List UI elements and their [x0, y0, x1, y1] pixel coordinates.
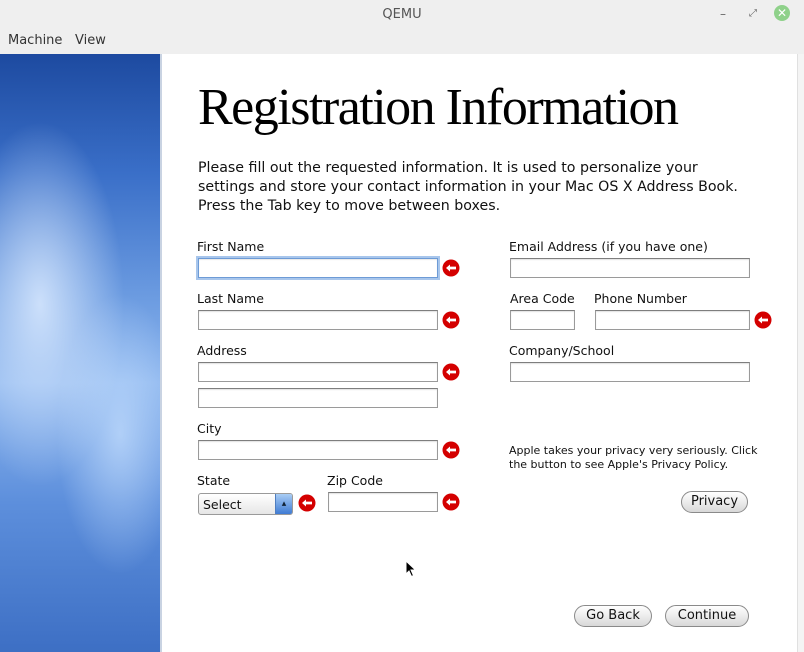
- required-arrow-icon: [442, 259, 460, 277]
- aqua-sidebar-artwork: [0, 54, 160, 652]
- email-label: Email Address (if you have one): [509, 239, 708, 254]
- phone-number-field[interactable]: [595, 310, 750, 330]
- menu-machine[interactable]: Machine: [8, 33, 62, 48]
- window-title: QEMU: [382, 7, 422, 22]
- go-back-button[interactable]: Go Back: [574, 605, 652, 627]
- select-arrows-icon: ▴: [275, 494, 292, 514]
- area-code-label: Area Code: [510, 291, 575, 306]
- required-arrow-icon: [442, 493, 460, 511]
- state-select[interactable]: Select ▴: [198, 493, 293, 515]
- city-label: City: [197, 421, 222, 436]
- mouse-pointer-icon: [405, 560, 417, 578]
- required-arrow-icon: [442, 441, 460, 459]
- first-name-label: First Name: [197, 239, 265, 254]
- required-arrow-icon: [442, 363, 460, 381]
- guest-screen: Registration Information Please fill out…: [0, 54, 804, 652]
- privacy-button[interactable]: Privacy: [681, 491, 748, 513]
- title-bar: QEMU – ⤢ ✕: [0, 0, 804, 31]
- address-line2-field[interactable]: [198, 388, 438, 408]
- sidebar-divider: [160, 54, 162, 652]
- intro-text: Please fill out the requested informatio…: [198, 160, 738, 214]
- company-school-label: Company/School: [509, 343, 615, 358]
- menu-view[interactable]: View: [75, 33, 106, 48]
- menu-bar: Machine View: [0, 30, 804, 54]
- required-arrow-icon: [754, 311, 772, 329]
- address-line1-field[interactable]: [198, 362, 438, 382]
- first-name-field[interactable]: [198, 258, 438, 278]
- area-code-field[interactable]: [510, 310, 575, 330]
- email-field[interactable]: [510, 258, 750, 278]
- last-name-field[interactable]: [198, 310, 438, 330]
- last-name-label: Last Name: [197, 291, 264, 306]
- phone-number-label: Phone Number: [594, 291, 687, 306]
- close-icon[interactable]: ✕: [774, 5, 790, 21]
- zip-code-label: Zip Code: [327, 473, 383, 488]
- state-select-value: Select: [203, 497, 242, 512]
- address-label: Address: [197, 343, 247, 358]
- privacy-notice: Apple takes your privacy very seriously.…: [509, 444, 758, 471]
- qemu-window: QEMU – ⤢ ✕ Machine View Registration Inf…: [0, 0, 804, 652]
- continue-button[interactable]: Continue: [665, 605, 749, 627]
- required-arrow-icon: [298, 494, 316, 512]
- maximize-icon[interactable]: ⤢: [744, 5, 762, 23]
- window-right-edge: [797, 54, 804, 652]
- state-label: State: [197, 473, 231, 488]
- page-title: Registration Information: [198, 79, 679, 136]
- zip-code-field[interactable]: [328, 492, 438, 512]
- company-school-field[interactable]: [510, 362, 750, 382]
- minimize-icon[interactable]: –: [714, 5, 732, 23]
- required-arrow-icon: [442, 311, 460, 329]
- city-field[interactable]: [198, 440, 438, 460]
